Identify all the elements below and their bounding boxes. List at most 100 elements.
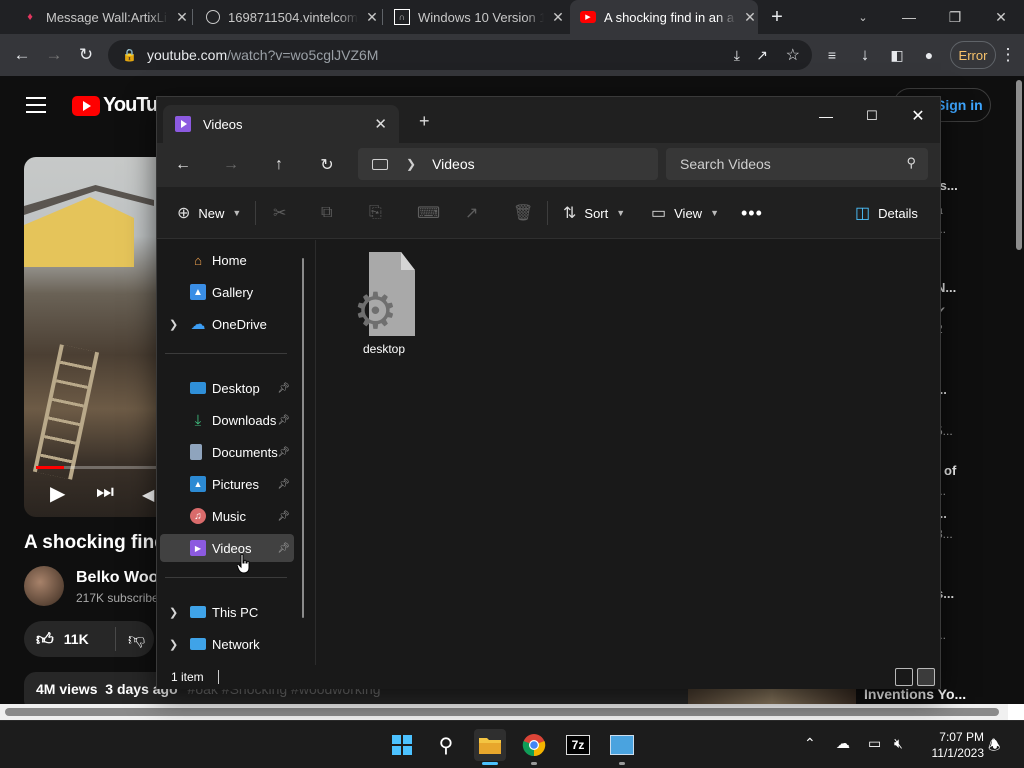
browser-tab[interactable]: 1698711504.vintelcomp ✕ <box>196 0 380 34</box>
close-tab-icon[interactable]: ✕ <box>374 115 387 133</box>
page-vertical-scrollbar[interactable] <box>1014 76 1024 704</box>
like-button[interactable]: 👍︎ 11K <box>24 627 116 651</box>
share-button[interactable]: ↗ <box>465 201 478 225</box>
onedrive-tray-icon[interactable]: ☁ <box>836 735 850 752</box>
refresh-button[interactable]: ↻ <box>313 151 341 179</box>
large-icons-view-toggle-icon[interactable] <box>917 668 935 686</box>
explorer-tab[interactable]: Videos ✕ <box>163 105 399 143</box>
nav-item-onedrive[interactable]: ❯ ☁ OneDrive <box>160 310 294 338</box>
close-tab-icon[interactable]: ✕ <box>742 9 758 26</box>
copy-button[interactable]: ⧉ <box>321 201 332 225</box>
nav-pane-scrollbar[interactable] <box>302 258 304 618</box>
new-tab-button[interactable]: + <box>419 111 430 132</box>
hamburger-menu-icon[interactable] <box>26 97 46 118</box>
close-window-button[interactable]: ✕ <box>978 0 1024 34</box>
video-progress-bar[interactable] <box>36 466 166 469</box>
close-tab-icon[interactable]: ✕ <box>174 9 190 26</box>
profile-icon[interactable]: ● <box>913 39 945 71</box>
restore-button[interactable]: ❐ <box>932 0 978 34</box>
nav-item-gallery[interactable]: ▲ Gallery <box>160 278 294 306</box>
explorer-title-bar[interactable]: Videos ✕ + — ☐ ✕ <box>157 97 940 143</box>
paste-button[interactable]: ⎘ <box>369 201 382 225</box>
scrollbar-thumb[interactable] <box>5 708 999 716</box>
pin-icon[interactable]: 📌︎ <box>277 479 290 490</box>
details-view-toggle-icon[interactable] <box>895 668 913 686</box>
media-queue-icon[interactable]: ≡ <box>816 39 848 71</box>
browser-tab[interactable]: ∩ Windows 10 Version 19 ✕ <box>386 0 566 34</box>
search-icon[interactable]: ⚲ <box>430 729 462 761</box>
address-bar[interactable]: 🔒 youtube.com/watch?v=wo5cglJVZ6M ⤓ ↗ ☆ <box>108 40 812 70</box>
browser-tab-active[interactable]: ▶ A shocking find in an a ✕ <box>570 0 758 34</box>
browser-tab[interactable]: ♦ Message Wall:ArtixLinux ✕ <box>12 0 190 34</box>
rename-button[interactable]: ⌨ <box>417 201 440 225</box>
display-icon[interactable]: ▭ <box>868 735 881 752</box>
dislike-button[interactable]: 👎︎ <box>116 629 145 650</box>
nav-item-music[interactable]: ♫ Music 📌︎ <box>160 502 294 530</box>
recommendation-title[interactable]: of <box>944 463 956 478</box>
play-icon[interactable]: ▶ <box>50 481 65 506</box>
chevron-right-icon[interactable]: ❯ <box>169 638 178 651</box>
address-segment[interactable]: Videos <box>432 156 475 172</box>
nav-item-this-pc[interactable]: ❯ This PC <box>160 598 294 626</box>
close-tab-icon[interactable]: ✕ <box>550 9 566 26</box>
more-options-icon[interactable]: ••• <box>741 201 763 225</box>
pin-icon[interactable]: 📌︎ <box>277 415 290 426</box>
maximize-button[interactable]: ☐ <box>849 101 895 131</box>
chevron-right-icon[interactable]: ❯ <box>169 318 178 331</box>
windows-start-icon[interactable] <box>386 729 418 761</box>
back-button[interactable]: ← <box>169 151 197 179</box>
nav-item-pictures[interactable]: ▲ Pictures 📌︎ <box>160 470 294 498</box>
channel-name[interactable]: Belko Wood <box>76 569 168 587</box>
bookmark-star-icon[interactable]: ☆ <box>786 45 800 65</box>
new-tab-button[interactable]: + <box>761 1 793 33</box>
chrome-icon[interactable] <box>518 729 550 765</box>
install-icon[interactable]: ⤓ <box>734 47 740 64</box>
7zip-icon[interactable]: 7z <box>562 729 594 761</box>
back-button[interactable]: ← <box>6 39 38 71</box>
forward-button[interactable]: → <box>38 39 70 71</box>
menu-kebab-icon[interactable]: ⋮ <box>996 39 1020 71</box>
pin-icon[interactable]: 📌︎ <box>277 511 290 522</box>
side-panel-icon[interactable]: ◧ <box>881 39 913 71</box>
chevron-right-icon[interactable]: ❯ <box>406 157 416 171</box>
chevron-right-icon[interactable]: ❯ <box>169 606 178 619</box>
show-hidden-icons-icon[interactable]: ⌃ <box>804 735 816 752</box>
nav-item-downloads[interactable]: ⤓ Downloads 📌︎ <box>160 406 294 434</box>
volume-muted-icon[interactable]: 🔇︎ <box>894 735 903 752</box>
close-tab-icon[interactable]: ✕ <box>364 9 380 26</box>
sort-button[interactable]: ⇅ Sort ▼ <box>563 201 625 225</box>
minimize-button[interactable]: — <box>886 0 932 34</box>
page-horizontal-scrollbar[interactable] <box>0 704 1024 720</box>
details-button[interactable]: ◫ Details <box>855 201 918 225</box>
notification-bell-icon[interactable]: 🕭︎ <box>988 735 1001 759</box>
nav-item-desktop[interactable]: Desktop 📌︎ <box>160 374 294 402</box>
downloads-icon[interactable]: ↓ <box>849 39 881 71</box>
file-explorer-icon[interactable] <box>474 729 506 765</box>
nav-item-home[interactable]: ⌂ Home <box>160 246 294 274</box>
forward-button[interactable]: → <box>217 151 245 179</box>
delete-button[interactable]: 🗑︎ <box>513 201 533 225</box>
next-video-icon[interactable]: ⏭ <box>96 481 114 504</box>
pane-divider[interactable] <box>315 240 316 665</box>
up-button[interactable]: ↑ <box>265 151 293 179</box>
channel-avatar[interactable] <box>24 566 64 606</box>
clock[interactable]: 7:07 PM 11/1/2023 <box>920 729 985 761</box>
explorer-search-input[interactable]: Search Videos ⚲ <box>666 148 928 180</box>
cut-button[interactable]: ✂ <box>273 201 286 225</box>
minimize-button[interactable]: — <box>803 101 849 131</box>
nav-item-videos[interactable]: ▶ Videos 📌︎ <box>160 534 294 562</box>
tab-search-button[interactable]: ⌄ <box>840 0 886 34</box>
pin-icon[interactable]: 📌︎ <box>277 543 290 554</box>
error-button[interactable]: Error <box>950 41 996 69</box>
nav-item-network[interactable]: ❯ Network <box>160 630 294 658</box>
new-button[interactable]: ⊕ New ▼ <box>177 201 241 225</box>
pin-icon[interactable]: 📌︎ <box>277 447 290 458</box>
nav-item-documents[interactable]: Documents 📌︎ <box>160 438 294 466</box>
close-window-button[interactable]: ✕ <box>895 101 941 131</box>
video-player[interactable] <box>24 157 164 517</box>
explorer-address-bar[interactable]: ❯ Videos <box>358 148 658 180</box>
view-button[interactable]: ▭ View ▼ <box>651 201 719 225</box>
volume-icon[interactable]: ◀ <box>142 485 154 505</box>
lock-icon[interactable]: 🔒 <box>122 48 137 62</box>
share-icon[interactable]: ↗ <box>756 47 768 64</box>
